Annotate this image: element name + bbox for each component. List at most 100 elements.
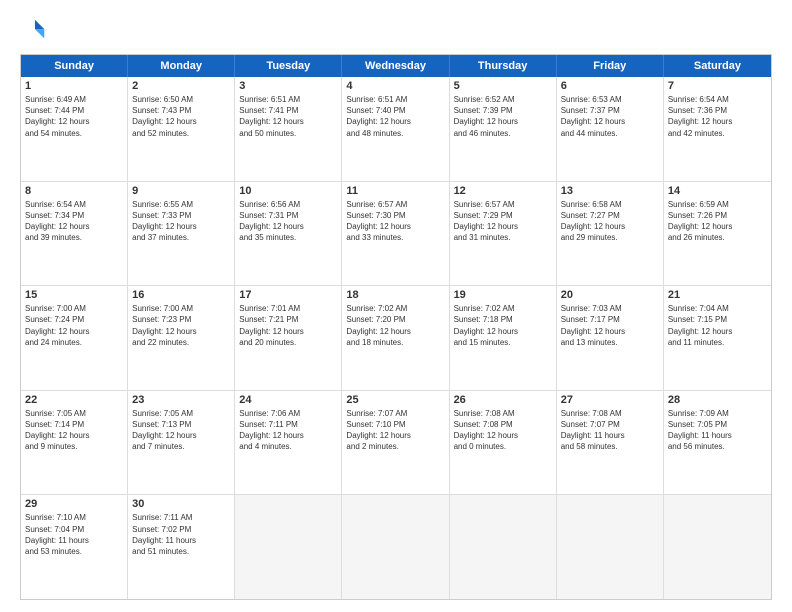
logo	[20, 16, 52, 44]
cell-info: Sunrise: 6:55 AM Sunset: 7:33 PM Dayligh…	[132, 199, 230, 244]
cell-info: Sunrise: 7:02 AM Sunset: 7:20 PM Dayligh…	[346, 303, 444, 348]
calendar-cell: 15 Sunrise: 7:00 AM Sunset: 7:24 PM Dayli…	[21, 286, 128, 390]
calendar-cell: 13 Sunrise: 6:58 AM Sunset: 7:27 PM Dayli…	[557, 182, 664, 286]
cell-info: Sunrise: 7:08 AM Sunset: 7:08 PM Dayligh…	[454, 408, 552, 453]
calendar-cell: 18 Sunrise: 7:02 AM Sunset: 7:20 PM Dayli…	[342, 286, 449, 390]
calendar-cell	[450, 495, 557, 599]
calendar-cell	[664, 495, 771, 599]
day-number: 7	[668, 80, 767, 92]
calendar-cell: 3 Sunrise: 6:51 AM Sunset: 7:41 PM Daylig…	[235, 77, 342, 181]
cell-info: Sunrise: 6:57 AM Sunset: 7:29 PM Dayligh…	[454, 199, 552, 244]
day-number: 3	[239, 80, 337, 92]
header-day-saturday: Saturday	[664, 55, 771, 77]
cell-info: Sunrise: 7:09 AM Sunset: 7:05 PM Dayligh…	[668, 408, 767, 453]
cell-info: Sunrise: 6:57 AM Sunset: 7:30 PM Dayligh…	[346, 199, 444, 244]
cell-info: Sunrise: 6:50 AM Sunset: 7:43 PM Dayligh…	[132, 94, 230, 139]
calendar-cell: 6 Sunrise: 6:53 AM Sunset: 7:37 PM Daylig…	[557, 77, 664, 181]
calendar-cell: 9 Sunrise: 6:55 AM Sunset: 7:33 PM Daylig…	[128, 182, 235, 286]
day-number: 22	[25, 394, 123, 406]
day-number: 23	[132, 394, 230, 406]
calendar-cell: 20 Sunrise: 7:03 AM Sunset: 7:17 PM Dayli…	[557, 286, 664, 390]
calendar-cell: 12 Sunrise: 6:57 AM Sunset: 7:29 PM Dayli…	[450, 182, 557, 286]
calendar-cell: 4 Sunrise: 6:51 AM Sunset: 7:40 PM Daylig…	[342, 77, 449, 181]
day-number: 5	[454, 80, 552, 92]
header	[20, 16, 772, 44]
logo-icon	[20, 16, 48, 44]
calendar-cell: 16 Sunrise: 7:00 AM Sunset: 7:23 PM Dayli…	[128, 286, 235, 390]
cell-info: Sunrise: 7:00 AM Sunset: 7:24 PM Dayligh…	[25, 303, 123, 348]
cell-info: Sunrise: 6:54 AM Sunset: 7:36 PM Dayligh…	[668, 94, 767, 139]
calendar-cell: 23Sunrise: 7:05 AM Sunset: 7:13 PM Dayli…	[128, 391, 235, 495]
day-number: 25	[346, 394, 444, 406]
cell-info: Sunrise: 6:49 AM Sunset: 7:44 PM Dayligh…	[25, 94, 123, 139]
cell-info: Sunrise: 6:54 AM Sunset: 7:34 PM Dayligh…	[25, 199, 123, 244]
day-number: 6	[561, 80, 659, 92]
cell-info: Sunrise: 7:04 AM Sunset: 7:15 PM Dayligh…	[668, 303, 767, 348]
calendar-cell: 27Sunrise: 7:08 AM Sunset: 7:07 PM Dayli…	[557, 391, 664, 495]
header-day-friday: Friday	[557, 55, 664, 77]
calendar-cell: 14Sunrise: 6:59 AM Sunset: 7:26 PM Dayli…	[664, 182, 771, 286]
calendar-cell: 10 Sunrise: 6:56 AM Sunset: 7:31 PM Dayli…	[235, 182, 342, 286]
calendar-row-2: 8 Sunrise: 6:54 AM Sunset: 7:34 PM Daylig…	[21, 181, 771, 286]
calendar-cell: 25 Sunrise: 7:07 AM Sunset: 7:10 PM Dayli…	[342, 391, 449, 495]
day-number: 16	[132, 289, 230, 301]
header-day-sunday: Sunday	[21, 55, 128, 77]
calendar-cell: 21Sunrise: 7:04 AM Sunset: 7:15 PM Dayli…	[664, 286, 771, 390]
day-number: 4	[346, 80, 444, 92]
day-number: 1	[25, 80, 123, 92]
day-number: 2	[132, 80, 230, 92]
cell-info: Sunrise: 6:53 AM Sunset: 7:37 PM Dayligh…	[561, 94, 659, 139]
calendar: SundayMondayTuesdayWednesdayThursdayFrid…	[20, 54, 772, 600]
page: SundayMondayTuesdayWednesdayThursdayFrid…	[0, 0, 792, 612]
calendar-row-3: 15 Sunrise: 7:00 AM Sunset: 7:24 PM Dayli…	[21, 285, 771, 390]
day-number: 26	[454, 394, 552, 406]
day-number: 11	[346, 185, 444, 197]
day-number: 19	[454, 289, 552, 301]
calendar-cell	[235, 495, 342, 599]
calendar-cell: 11 Sunrise: 6:57 AM Sunset: 7:30 PM Dayli…	[342, 182, 449, 286]
day-number: 20	[561, 289, 659, 301]
calendar-body: 1 Sunrise: 6:49 AM Sunset: 7:44 PM Daylig…	[21, 77, 771, 599]
cell-info: Sunrise: 7:10 AM Sunset: 7:04 PM Dayligh…	[25, 512, 123, 557]
day-number: 18	[346, 289, 444, 301]
day-number: 24	[239, 394, 337, 406]
header-day-monday: Monday	[128, 55, 235, 77]
day-number: 9	[132, 185, 230, 197]
calendar-cell: 8 Sunrise: 6:54 AM Sunset: 7:34 PM Daylig…	[21, 182, 128, 286]
cell-info: Sunrise: 7:11 AM Sunset: 7:02 PM Dayligh…	[132, 512, 230, 557]
calendar-cell: 22Sunrise: 7:05 AM Sunset: 7:14 PM Dayli…	[21, 391, 128, 495]
calendar-cell: 1 Sunrise: 6:49 AM Sunset: 7:44 PM Daylig…	[21, 77, 128, 181]
cell-info: Sunrise: 6:51 AM Sunset: 7:41 PM Dayligh…	[239, 94, 337, 139]
calendar-cell: 26 Sunrise: 7:08 AM Sunset: 7:08 PM Dayli…	[450, 391, 557, 495]
cell-info: Sunrise: 6:56 AM Sunset: 7:31 PM Dayligh…	[239, 199, 337, 244]
header-day-thursday: Thursday	[450, 55, 557, 77]
day-number: 12	[454, 185, 552, 197]
day-number: 29	[25, 498, 123, 510]
day-number: 30	[132, 498, 230, 510]
calendar-cell: 28 Sunrise: 7:09 AM Sunset: 7:05 PM Dayli…	[664, 391, 771, 495]
cell-info: Sunrise: 6:58 AM Sunset: 7:27 PM Dayligh…	[561, 199, 659, 244]
day-number: 28	[668, 394, 767, 406]
cell-info: Sunrise: 7:07 AM Sunset: 7:10 PM Dayligh…	[346, 408, 444, 453]
cell-info: Sunrise: 7:08 AM Sunset: 7:07 PM Dayligh…	[561, 408, 659, 453]
calendar-cell: 7 Sunrise: 6:54 AM Sunset: 7:36 PM Daylig…	[664, 77, 771, 181]
calendar-row-4: 22Sunrise: 7:05 AM Sunset: 7:14 PM Dayli…	[21, 390, 771, 495]
calendar-row-1: 1 Sunrise: 6:49 AM Sunset: 7:44 PM Daylig…	[21, 77, 771, 181]
header-day-wednesday: Wednesday	[342, 55, 449, 77]
calendar-cell	[342, 495, 449, 599]
cell-info: Sunrise: 7:00 AM Sunset: 7:23 PM Dayligh…	[132, 303, 230, 348]
day-number: 15	[25, 289, 123, 301]
cell-info: Sunrise: 6:51 AM Sunset: 7:40 PM Dayligh…	[346, 94, 444, 139]
cell-info: Sunrise: 6:52 AM Sunset: 7:39 PM Dayligh…	[454, 94, 552, 139]
header-day-tuesday: Tuesday	[235, 55, 342, 77]
calendar-cell: 17Sunrise: 7:01 AM Sunset: 7:21 PM Dayli…	[235, 286, 342, 390]
cell-info: Sunrise: 7:03 AM Sunset: 7:17 PM Dayligh…	[561, 303, 659, 348]
day-number: 10	[239, 185, 337, 197]
day-number: 8	[25, 185, 123, 197]
calendar-cell: 29 Sunrise: 7:10 AM Sunset: 7:04 PM Dayli…	[21, 495, 128, 599]
calendar-cell	[557, 495, 664, 599]
day-number: 13	[561, 185, 659, 197]
calendar-row-5: 29 Sunrise: 7:10 AM Sunset: 7:04 PM Dayli…	[21, 494, 771, 599]
calendar-cell: 24 Sunrise: 7:06 AM Sunset: 7:11 PM Dayli…	[235, 391, 342, 495]
cell-info: Sunrise: 7:06 AM Sunset: 7:11 PM Dayligh…	[239, 408, 337, 453]
